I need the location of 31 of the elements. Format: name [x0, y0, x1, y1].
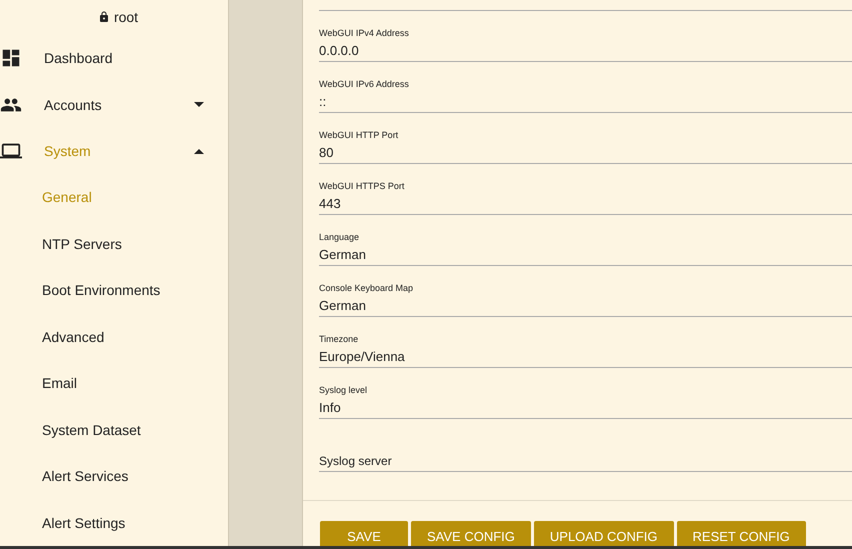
sidebar-subitem[interactable]: NTP Servers: [0, 220, 228, 268]
sidebar-item[interactable]: Dashboard: [0, 34, 228, 82]
input-field[interactable]: German: [319, 294, 852, 316]
field-label: Syslog level: [319, 384, 368, 396]
caret-icon: [194, 148, 204, 154]
field-label: Timezone: [319, 333, 360, 345]
sidebar-item[interactable]: Accounts: [0, 81, 228, 128]
sidebar-subitem[interactable]: System Dataset: [0, 406, 228, 454]
field-label: Console Keyboard Map: [319, 282, 414, 294]
field-label: WebGUI HTTPS Port: [319, 180, 406, 192]
sidebar-subitem[interactable]: Advanced: [0, 314, 228, 360]
field-label: WebGUI HTTP Port: [319, 129, 400, 141]
input-field[interactable]: 0.0.0.0: [319, 39, 852, 61]
sidebar-subitem[interactable]: Email: [0, 360, 228, 407]
sidebar-subitem[interactable]: Boot Environments: [0, 267, 228, 314]
caret-icon: [194, 102, 204, 108]
input-field[interactable]: Europe/Vienna: [319, 345, 852, 367]
user-name: root: [114, 9, 138, 26]
input-field[interactable]: 443: [319, 192, 852, 214]
lock-icon: [98, 11, 110, 24]
field-label: Language: [319, 231, 360, 243]
input-field[interactable]: German: [319, 243, 852, 265]
sidebar-subitem[interactable]: Alert Services: [0, 453, 228, 500]
input-field[interactable]: Info: [319, 396, 852, 418]
input-field[interactable]: 80: [319, 141, 852, 163]
field-label: WebGUI IPv6 Address: [319, 78, 410, 90]
sidebar-subitem[interactable]: Alert Settings: [0, 500, 228, 546]
input-field[interactable]: Syslog server: [319, 449, 852, 471]
dashboard-icon: [0, 47, 22, 70]
input-field[interactable]: ::: [319, 90, 852, 112]
field-label: WebGUI IPv4 Address: [319, 27, 410, 39]
